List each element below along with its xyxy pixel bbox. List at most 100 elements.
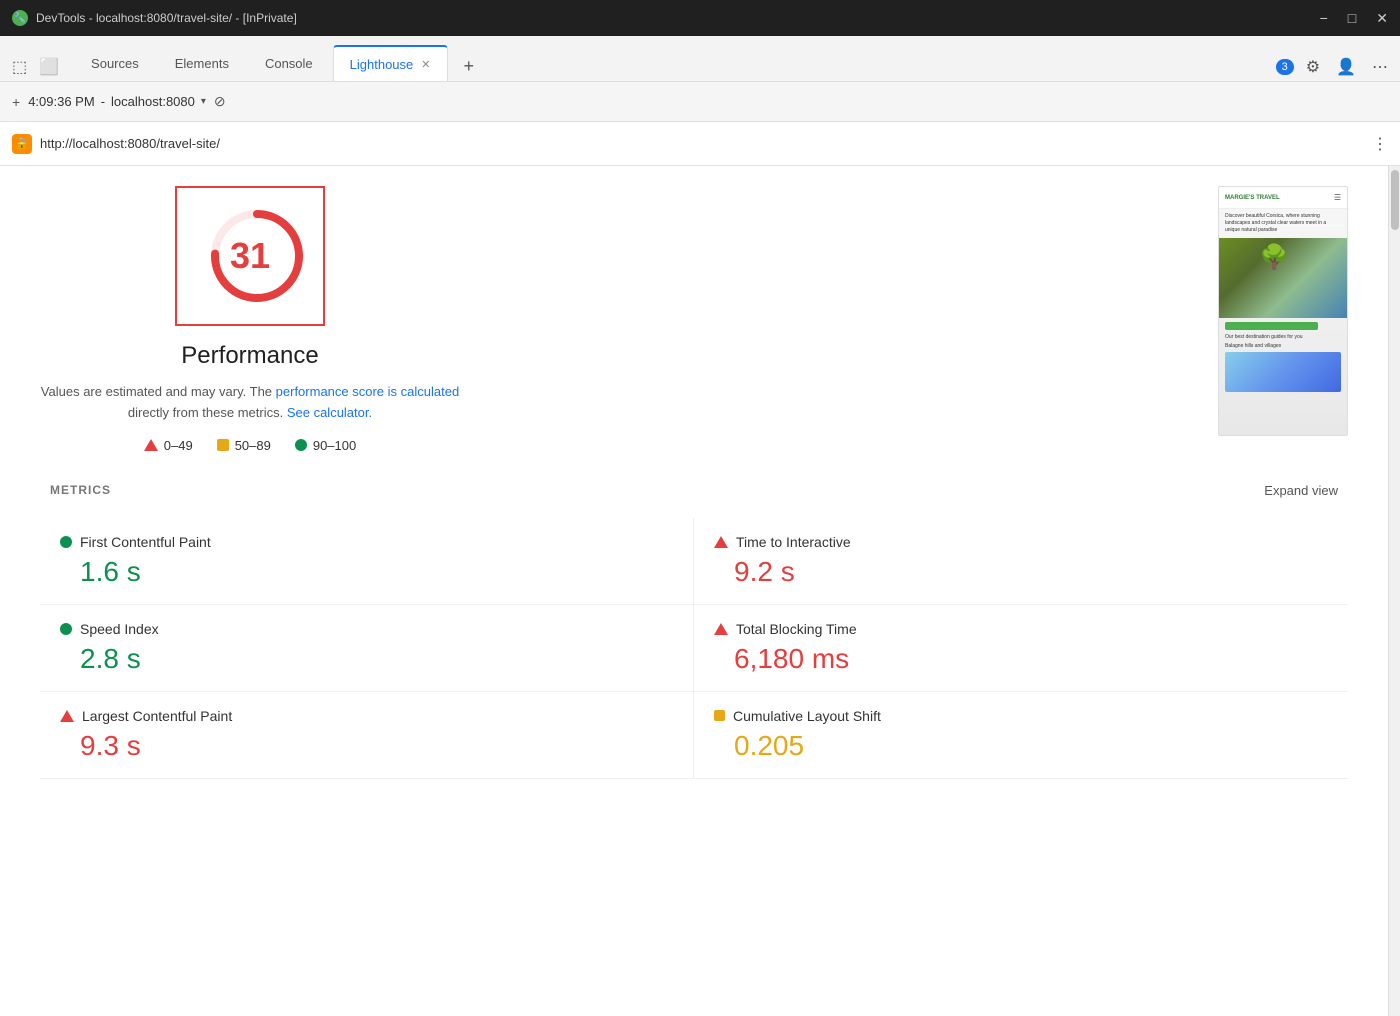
url-time: 4:09:36 PM	[28, 94, 95, 109]
metrics-grid-wrapper: First Contentful Paint 1.6 s Time to Int…	[40, 518, 1348, 779]
tab-sources-label: Sources	[91, 56, 139, 71]
performance-title: Performance	[181, 342, 318, 370]
tab-lighthouse[interactable]: Lighthouse ✕	[333, 45, 448, 81]
add-tab-button[interactable]: +	[456, 52, 483, 81]
tab-elements-label: Elements	[175, 56, 229, 71]
good-icon	[295, 439, 307, 451]
add-tab-url-button[interactable]: +	[12, 94, 20, 110]
metric-lcp-label-row: Largest Contentful Paint	[60, 708, 673, 724]
perf-left: 31 Performance Values are estimated and …	[40, 186, 460, 453]
metrics-section: METRICS Expand view First Contentful Pai…	[40, 483, 1348, 779]
performance-legend: 0–49 50–89 90–100	[144, 438, 356, 453]
performance-section: 31 Performance Values are estimated and …	[40, 186, 1348, 453]
legend-item-good: 90–100	[295, 438, 356, 453]
score-circle: 31	[207, 206, 293, 306]
url-separator: -	[101, 94, 105, 109]
thumb-logo: MARGIE'S TRAVEL	[1225, 195, 1280, 201]
metric-lcp: Largest Contentful Paint 9.3 s	[40, 692, 694, 779]
notification-badge: 3	[1276, 59, 1294, 75]
metrics-grid: First Contentful Paint 1.6 s Time to Int…	[40, 518, 1348, 779]
thumb-menu-icon: ☰	[1334, 193, 1341, 202]
tti-value: 9.2 s	[714, 556, 1328, 588]
lcp-label: Largest Contentful Paint	[82, 708, 232, 724]
address-more-icon[interactable]: ⋮	[1372, 134, 1388, 154]
legend-item-poor: 0–49	[144, 438, 193, 453]
expand-view-button[interactable]: Expand view	[1264, 483, 1338, 498]
title-bar: 🔧 DevTools - localhost:8080/travel-site/…	[0, 0, 1400, 36]
legend-item-average: 50–89	[217, 438, 271, 453]
main-content: 31 Performance Values are estimated and …	[0, 166, 1400, 1016]
thumb-hero-image	[1219, 238, 1347, 318]
cls-indicator	[714, 710, 725, 721]
tab-close-icon[interactable]: ✕	[421, 58, 430, 71]
stop-icon[interactable]: ⊘	[214, 93, 226, 110]
fcp-value: 1.6 s	[60, 556, 673, 588]
tab-console-label: Console	[265, 56, 313, 71]
tab-lighthouse-label: Lighthouse	[350, 57, 414, 72]
metrics-header: METRICS Expand view	[40, 483, 1348, 498]
scrollbar-thumb[interactable]	[1391, 170, 1399, 230]
thumb-bottom-subtext: Balagne hills and villages	[1225, 343, 1341, 349]
performance-description: Values are estimated and may vary. The p…	[40, 382, 460, 424]
metric-cls-label-row: Cumulative Layout Shift	[714, 708, 1328, 724]
poor-icon	[144, 439, 158, 451]
tti-indicator	[714, 536, 728, 548]
settings-icon[interactable]: ⚙	[1302, 53, 1324, 81]
inspect-icon[interactable]: ⬜	[35, 53, 63, 81]
fcp-indicator	[60, 536, 72, 548]
metric-fcp: First Contentful Paint 1.6 s	[40, 518, 694, 605]
perf-desc-text: Values are estimated and may vary. The	[41, 384, 272, 399]
thumb-bottom-image	[1225, 352, 1341, 392]
close-button[interactable]: ✕	[1376, 10, 1388, 27]
url-dropdown-icon[interactable]: ▾	[201, 96, 206, 107]
poor-range: 0–49	[164, 438, 193, 453]
calculator-link[interactable]: See calculator.	[287, 405, 372, 420]
score-number: 31	[230, 235, 270, 277]
user-icon[interactable]: 👤	[1332, 53, 1360, 81]
url-host: localhost:8080	[111, 94, 195, 109]
tab-sources[interactable]: Sources	[75, 45, 155, 81]
metric-tti-label-row: Time to Interactive	[714, 534, 1328, 550]
cls-label: Cumulative Layout Shift	[733, 708, 881, 724]
tab-console[interactable]: Console	[249, 45, 329, 81]
more-options-icon[interactable]: ⋯	[1368, 53, 1392, 81]
minimize-button[interactable]: −	[1320, 10, 1328, 27]
performance-score-box: 31	[175, 186, 325, 326]
si-label: Speed Index	[80, 621, 159, 637]
si-value: 2.8 s	[60, 643, 673, 675]
device-toggle-icon[interactable]: ⬚	[8, 53, 31, 81]
scrollbar-track[interactable]	[1388, 166, 1400, 1016]
devtools-icon: 🔧	[12, 10, 28, 26]
good-range: 90–100	[313, 438, 356, 453]
tbt-label: Total Blocking Time	[736, 621, 857, 637]
average-range: 50–89	[235, 438, 271, 453]
metric-si: Speed Index 2.8 s	[40, 605, 694, 692]
tab-elements[interactable]: Elements	[159, 45, 245, 81]
average-icon	[217, 439, 229, 451]
content-area: 31 Performance Values are estimated and …	[0, 166, 1388, 1016]
tti-label: Time to Interactive	[736, 534, 851, 550]
thumb-bottom: Our best destination guides for you Bala…	[1219, 318, 1347, 396]
url-display: 4:09:36 PM - localhost:8080 ▾	[28, 94, 206, 109]
devtools-nav-icons: ⬚ ⬜	[8, 53, 63, 81]
url-bar: + 4:09:36 PM - localhost:8080 ▾ ⊘	[0, 82, 1400, 122]
cls-value: 0.205	[714, 730, 1328, 762]
window-controls: − □ ✕	[1320, 10, 1388, 27]
tab-bar: ⬚ ⬜ Sources Elements Console Lighthouse …	[0, 36, 1400, 82]
thumb-bottom-text: Our best destination guides for you	[1225, 334, 1341, 340]
metric-cls: Cumulative Layout Shift 0.205	[694, 692, 1348, 779]
metric-si-label-row: Speed Index	[60, 621, 673, 637]
thumb-header: MARGIE'S TRAVEL ☰	[1219, 187, 1347, 209]
window-title: DevTools - localhost:8080/travel-site/ -…	[36, 11, 297, 25]
address-bar: 🔒 http://localhost:8080/travel-site/ ⋮	[0, 122, 1400, 166]
fcp-label: First Contentful Paint	[80, 534, 211, 550]
address-url: http://localhost:8080/travel-site/	[40, 136, 1364, 151]
lcp-indicator	[60, 710, 74, 722]
performance-score-link[interactable]: performance score is calculated	[276, 384, 460, 399]
metric-tti: Time to Interactive 9.2 s	[694, 518, 1348, 605]
perf-desc-middle: directly from these metrics.	[128, 405, 283, 420]
thumb-hero-text: Discover beautiful Corsica, where stunni…	[1219, 209, 1347, 238]
si-indicator	[60, 623, 72, 635]
metrics-title: METRICS	[50, 483, 111, 497]
maximize-button[interactable]: □	[1348, 10, 1356, 27]
